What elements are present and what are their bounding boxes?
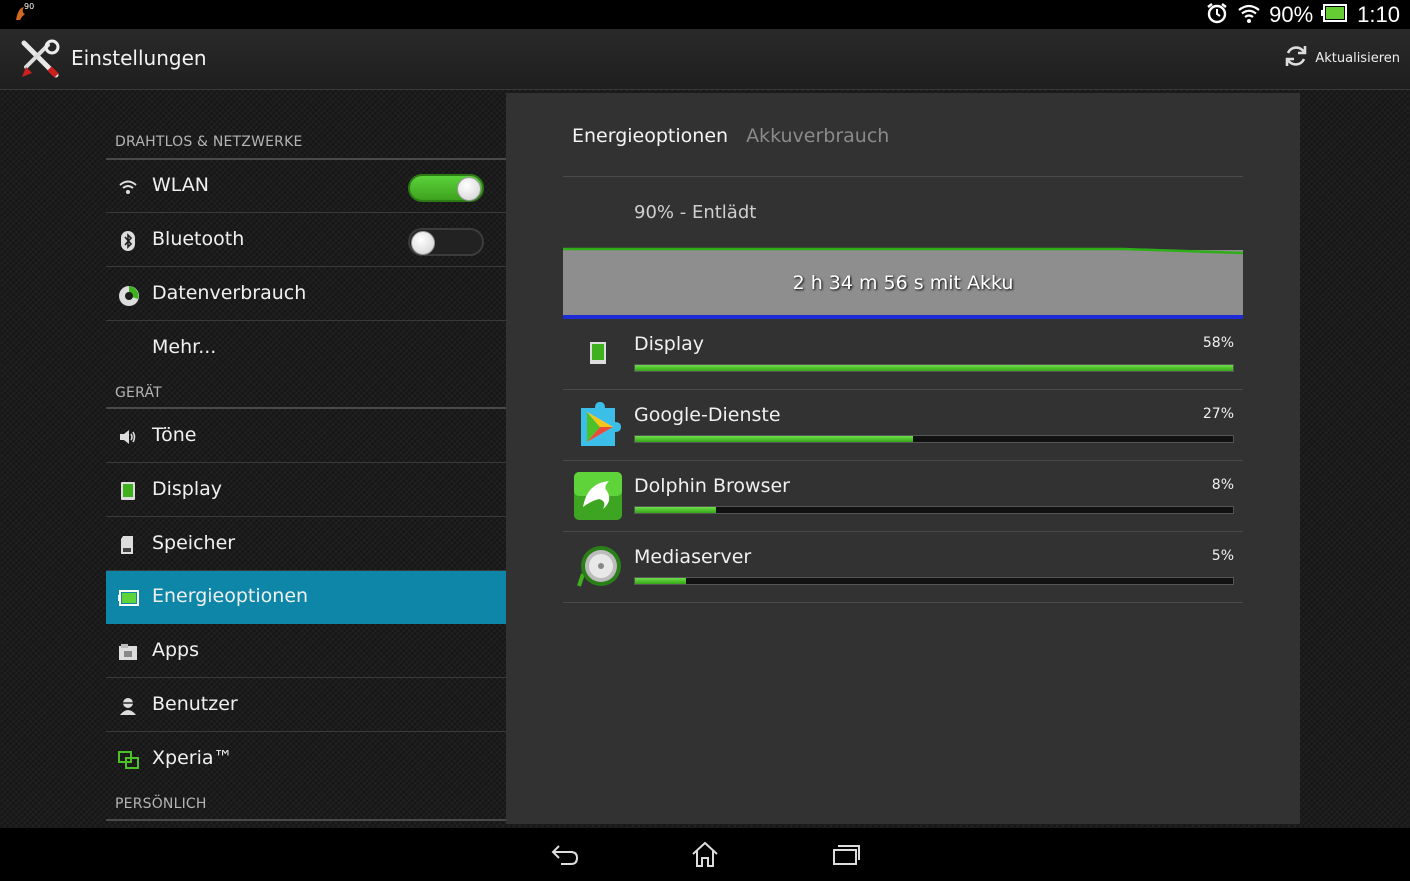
alarm-icon (1205, 1, 1229, 29)
usage-bar-fill (635, 436, 914, 442)
sidebar-item-label: Energieoptionen (152, 585, 309, 607)
refresh-button[interactable]: Aktualisieren (1283, 43, 1400, 73)
refresh-label: Aktualisieren (1315, 50, 1400, 66)
bluetooth-toggle[interactable] (408, 228, 484, 256)
usage-row[interactable]: Dolphin Browser 8% (563, 461, 1243, 532)
usage-name: Mediaserver (634, 546, 752, 568)
usage-bar (634, 577, 1234, 585)
data-usage-icon (118, 285, 139, 306)
toggle-knob (411, 231, 435, 255)
display-icon (118, 481, 138, 501)
sidebar-item-data-usage[interactable]: Datenverbrauch (106, 268, 506, 321)
sidebar-item-label: WLAN (152, 174, 210, 196)
tab-power-options[interactable]: Energieoptionen (572, 125, 728, 147)
notification-badge: 90 (24, 2, 35, 11)
speaker-icon (118, 427, 138, 447)
panel-tabs: Energieoptionen Akkuverbrauch (572, 125, 889, 147)
usage-name: Display (634, 333, 705, 355)
recent-apps-button[interactable] (830, 840, 862, 870)
sidebar-item-storage[interactable]: Speicher (106, 518, 506, 571)
settings-tools-icon[interactable] (18, 37, 62, 81)
mediaserver-icon (573, 542, 623, 592)
sidebar-item-display[interactable]: Display (106, 464, 506, 517)
sidebar-item-bluetooth[interactable]: Bluetooth (106, 214, 506, 267)
battery-percent: 90% (1269, 2, 1314, 27)
notification-icon: 90 (12, 2, 34, 24)
action-bar: Einstellungen Aktualisieren (0, 29, 1410, 90)
divider (563, 176, 1243, 177)
sidebar-item-label: Xperia™ (152, 747, 233, 769)
usage-bar (634, 364, 1234, 372)
navigation-bar (0, 828, 1410, 881)
settings-sidebar: DRAHTLOS & NETZWERKE WLAN Bluetooth Date… (106, 90, 506, 828)
google-services-icon (573, 400, 623, 450)
usage-bar (634, 506, 1234, 514)
section-header-wireless: DRAHTLOS & NETZWERKE (115, 134, 303, 150)
battery-icon (1321, 3, 1349, 27)
section-header-device: GERÄT (115, 385, 162, 401)
apps-icon (118, 642, 138, 662)
wifi-icon (118, 177, 138, 197)
battery-icon (118, 588, 139, 608)
power-options-panel: Energieoptionen Akkuverbrauch 90% - Entl… (506, 93, 1300, 824)
sidebar-item-users[interactable]: Benutzer (106, 679, 506, 732)
dolphin-browser-icon (573, 471, 623, 521)
home-icon (692, 841, 718, 867)
sidebar-item-xperia[interactable]: Xperia™ (106, 733, 506, 786)
sidebar-item-apps[interactable]: Apps (106, 625, 506, 678)
back-icon (551, 845, 579, 865)
back-button[interactable] (549, 840, 581, 870)
usage-bar-fill (635, 365, 1233, 371)
wlan-toggle[interactable] (408, 174, 484, 202)
divider (106, 819, 506, 821)
sidebar-item-label: Speicher (152, 532, 236, 554)
sidebar-item-label: Apps (152, 639, 200, 661)
usage-percent: 27% (1202, 406, 1234, 422)
battery-history-graph[interactable]: 2 h 34 m 56 s mit Akku (563, 246, 1243, 319)
recent-apps-icon (833, 845, 860, 865)
main-area: DRAHTLOS & NETZWERKE WLAN Bluetooth Date… (0, 90, 1410, 828)
sidebar-item-label: Töne (152, 424, 197, 446)
usage-bar (634, 435, 1234, 443)
wifi-icon (1237, 1, 1261, 29)
usage-row[interactable]: Google-Dienste 27% (563, 390, 1243, 461)
toggle-knob (457, 177, 481, 201)
clock: 1:10 (1357, 2, 1400, 27)
user-icon (118, 696, 138, 716)
sidebar-item-label: Benutzer (152, 693, 238, 715)
sidebar-item-wlan[interactable]: WLAN (106, 160, 506, 213)
xperia-icon (118, 750, 139, 770)
section-header-personal: PERSÖNLICH (115, 796, 207, 812)
tab-battery-usage[interactable]: Akkuverbrauch (746, 125, 889, 147)
usage-name: Dolphin Browser (634, 475, 790, 497)
usage-percent: 58% (1202, 335, 1234, 351)
page-title: Einstellungen (71, 46, 207, 70)
sidebar-item-label: Datenverbrauch (152, 282, 307, 304)
home-button[interactable] (689, 840, 721, 870)
usage-percent: 5% (1211, 548, 1234, 564)
usage-bar-fill (635, 507, 716, 513)
sidebar-item-more[interactable]: Mehr... (106, 322, 506, 375)
refresh-icon (1283, 43, 1309, 73)
usage-name: Google-Dienste (634, 404, 781, 426)
battery-status: 90% - Entlädt (634, 202, 757, 223)
sidebar-item-label: Display (152, 478, 223, 500)
usage-percent: 8% (1211, 477, 1234, 493)
sd-card-icon (118, 535, 138, 555)
bluetooth-icon (118, 231, 138, 251)
usage-row[interactable]: Display 58% (563, 319, 1243, 390)
display-icon (573, 329, 623, 379)
usage-bar-fill (635, 578, 686, 584)
divider (106, 407, 506, 409)
battery-time-label: 2 h 34 m 56 s mit Akku (792, 272, 1014, 294)
status-bar: 90 90% 1:10 (0, 0, 1410, 29)
sidebar-item-power[interactable]: Energieoptionen (106, 571, 506, 624)
sidebar-item-sounds[interactable]: Töne (106, 410, 506, 463)
sidebar-item-label: Mehr... (152, 336, 217, 358)
usage-row[interactable]: Mediaserver 5% (563, 532, 1243, 603)
sidebar-item-label: Bluetooth (152, 228, 245, 250)
